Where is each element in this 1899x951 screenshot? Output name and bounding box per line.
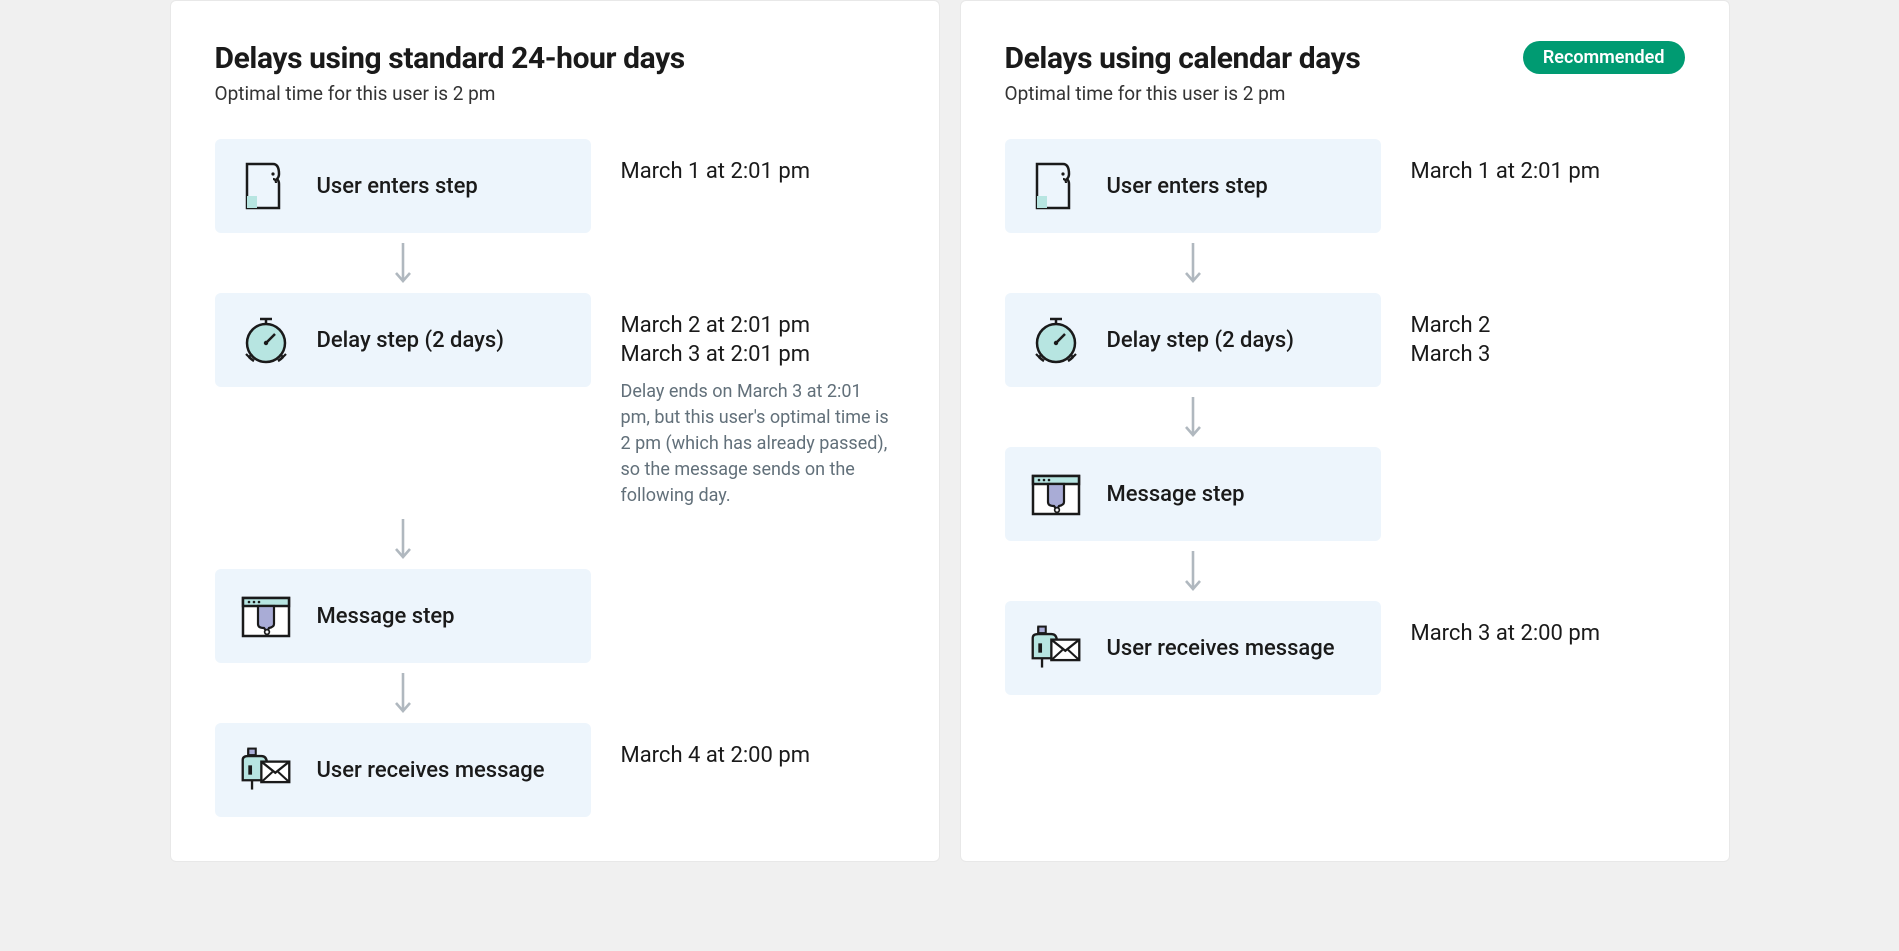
arrow-row [1005,233,1685,293]
step-box: Delay step (2 days) [1005,293,1381,387]
panel-subtitle: Optimal time for this user is 2 pm [215,82,685,105]
timestamp: March 1 at 2:01 pm [621,159,895,184]
steps-list: User enters step March 1 at 2:01 pm Delay… [1005,139,1685,695]
step-label: User enters step [1107,174,1268,199]
arrow-row [215,663,895,723]
arrow-down-icon [1005,541,1381,601]
step-row: Delay step (2 days)March 2 at 2:01 pmMar… [215,293,895,509]
step-box: User enters step [215,139,591,233]
arrow-row [215,233,895,293]
timestamp: March 3 at 2:00 pm [1411,621,1685,646]
panel: Delays using calendar days Optimal time f… [960,0,1730,862]
step-note: Delay ends on March 3 at 2:01 pm, but th… [621,379,895,509]
step-row: User enters step March 1 at 2:01 pm [215,139,895,233]
step-label: User receives message [317,758,545,783]
arrow-down-icon [215,233,591,293]
message-icon [239,589,293,643]
timestamp: March 3 [1411,342,1685,367]
panel: Delays using standard 24-hour days Optima… [170,0,940,862]
arrow-down-icon [215,663,591,723]
steps-list: User enters step March 1 at 2:01 pm Delay… [215,139,895,817]
timer-icon [1029,313,1083,367]
timer-icon [239,313,293,367]
step-label: Delay step (2 days) [1107,328,1294,353]
mailbox-icon [1029,621,1083,675]
step-row: User enters step March 1 at 2:01 pm [1005,139,1685,233]
arrow-down-icon [1005,233,1381,293]
step-box: Message step [215,569,591,663]
step-row: Message step [1005,447,1685,541]
panel-title: Delays using calendar days [1005,41,1361,76]
step-label: Delay step (2 days) [317,328,504,353]
arrow-row [1005,541,1685,601]
user-icon [1029,159,1083,213]
panel-header: Delays using calendar days Optimal time f… [1005,41,1685,105]
mailbox-icon [239,743,293,797]
timestamp: March 3 at 2:01 pm [621,342,895,367]
arrow-down-icon [1005,387,1381,447]
step-row: Delay step (2 days) March 2 March 3 [1005,293,1685,387]
user-icon [239,159,293,213]
step-row: Message step [215,569,895,663]
step-detail [1411,447,1685,467]
panel-subtitle: Optimal time for this user is 2 pm [1005,82,1361,105]
step-row: User receives message March 3 at 2:00 pm [1005,601,1685,695]
arrow-row [215,509,895,569]
step-box: Message step [1005,447,1381,541]
arrow-row [1005,387,1685,447]
step-label: Message step [1107,482,1245,507]
timestamp: March 2 at 2:01 pm [621,313,895,338]
arrow-down-icon [215,509,591,569]
step-detail [621,569,895,589]
panel-header: Delays using standard 24-hour days Optima… [215,41,895,105]
timestamp: March 2 [1411,313,1685,338]
step-row: User receives message March 4 at 2:00 pm [215,723,895,817]
message-icon [1029,467,1083,521]
step-box: User receives message [215,723,591,817]
step-label: User enters step [317,174,478,199]
timestamp: March 1 at 2:01 pm [1411,159,1685,184]
recommended-badge: Recommended [1523,41,1685,74]
timestamp: March 4 at 2:00 pm [621,743,895,768]
step-detail: March 2 March 3 [1411,293,1685,371]
step-label: Message step [317,604,455,629]
step-detail: March 1 at 2:01 pm [621,139,895,188]
step-detail: March 3 at 2:00 pm [1411,601,1685,650]
step-detail: March 4 at 2:00 pm [621,723,895,772]
step-box: Delay step (2 days) [215,293,591,387]
step-detail: March 1 at 2:01 pm [1411,139,1685,188]
step-label: User receives message [1107,636,1335,661]
step-box: User receives message [1005,601,1381,695]
step-box: User enters step [1005,139,1381,233]
panel-title: Delays using standard 24-hour days [215,41,685,76]
step-detail: March 2 at 2:01 pm March 3 at 2:01 pm Dela… [621,293,895,509]
